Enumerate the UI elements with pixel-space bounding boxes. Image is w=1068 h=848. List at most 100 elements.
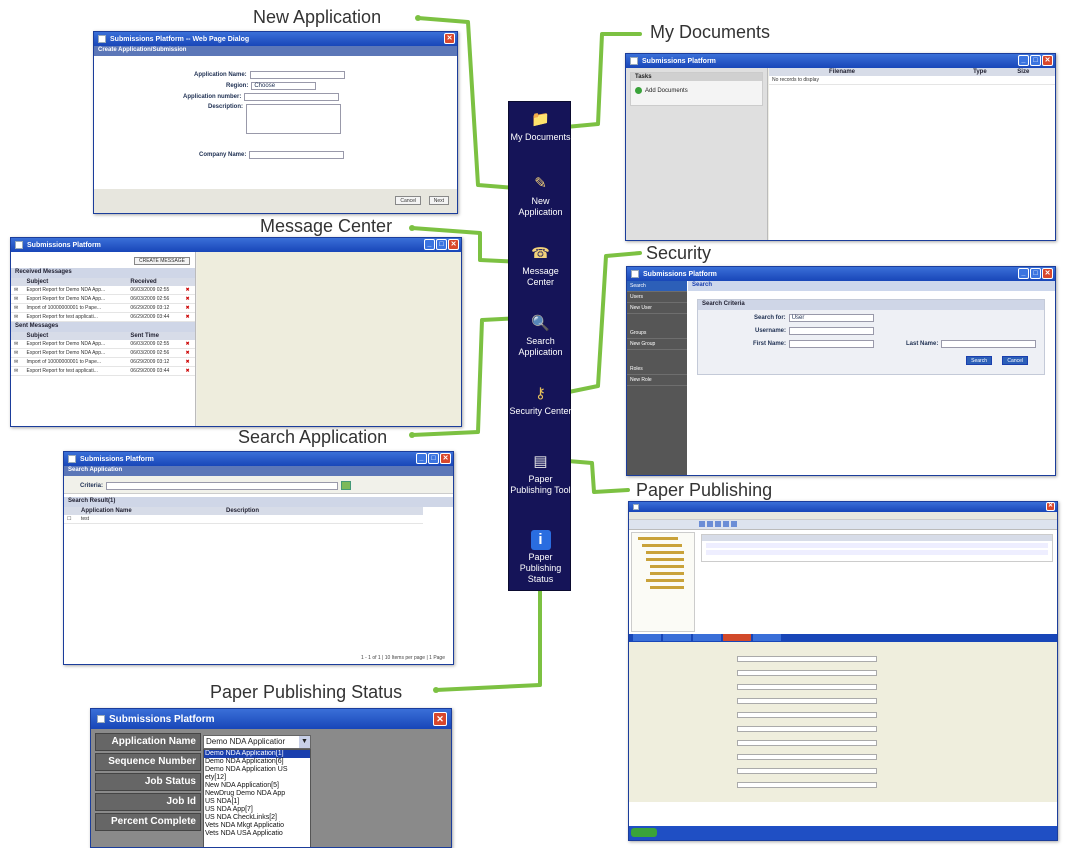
tool-icon[interactable] <box>699 521 705 527</box>
delete-icon[interactable]: ✖ <box>182 357 195 367</box>
tab[interactable] <box>693 634 721 641</box>
cancel-button[interactable]: Cancel <box>395 196 421 205</box>
sidebar-item-users[interactable]: Users <box>627 292 687 303</box>
column-size[interactable]: Size <box>1014 68 1055 76</box>
toolbar-security-center[interactable]: ⚷ Security Center <box>509 384 572 417</box>
dropdown-option[interactable]: Demo NDA Application[1] <box>204 750 310 758</box>
create-message-button[interactable]: CREATE MESSAGE <box>133 257 190 265</box>
tab[interactable] <box>753 634 781 641</box>
close-icon[interactable]: ✕ <box>433 712 447 726</box>
username-input[interactable] <box>789 327 875 335</box>
minimize-icon[interactable]: _ <box>424 239 435 250</box>
checkbox[interactable]: ☐ <box>64 515 78 524</box>
delete-icon[interactable]: ✖ <box>182 286 195 295</box>
start-button[interactable] <box>631 828 657 837</box>
toolbar-search-application[interactable]: 🔍 Search Application <box>509 314 572 358</box>
delete-icon[interactable]: ✖ <box>182 366 195 376</box>
close-icon[interactable]: ✕ <box>440 453 451 464</box>
search-button[interactable]: Search <box>966 356 992 365</box>
search-go-icon[interactable] <box>341 481 352 490</box>
close-icon[interactable]: ✕ <box>448 239 459 250</box>
dropdown-option[interactable]: US NDA[1] <box>204 798 310 806</box>
tool-icon[interactable] <box>707 521 713 527</box>
table-row[interactable]: ✉ Export Report for Demo NDA App... 06/03/… <box>11 294 195 304</box>
close-icon[interactable]: ✕ <box>1046 502 1055 511</box>
menu-bar[interactable] <box>629 512 1057 520</box>
sidebar-item-new-role[interactable]: New Role <box>627 375 687 386</box>
sidebar-item-new-user[interactable]: New User <box>627 303 687 314</box>
column-sent-time[interactable]: Sent Time <box>127 332 183 340</box>
tool-icon[interactable] <box>731 521 737 527</box>
column-type[interactable]: Type <box>970 68 1015 76</box>
table-row[interactable]: ✉ Export Report for Demo NDA App... 06/03/… <box>11 348 195 358</box>
close-icon[interactable]: ✕ <box>444 33 455 44</box>
table-row[interactable]: ✉ Export Report for test applicati... 06/2… <box>11 366 195 376</box>
maximize-icon[interactable]: □ <box>1030 268 1041 279</box>
tool-icon[interactable] <box>715 521 721 527</box>
dropdown-option[interactable]: ety[12] <box>204 774 310 782</box>
minimize-icon[interactable]: _ <box>1018 268 1029 279</box>
sidebar-item-search[interactable]: Search <box>627 281 687 292</box>
dropdown-option[interactable]: Demo NDA Application[6] <box>204 758 310 766</box>
toolbar-my-documents[interactable]: 📁 My Documents <box>509 110 572 143</box>
dropdown-option[interactable]: Vets NDA USA Applicatio <box>204 830 310 838</box>
column-subject[interactable]: Subject <box>23 278 128 286</box>
application-name-input[interactable] <box>249 71 345 79</box>
task-add-documents[interactable]: Add Documents <box>631 81 762 100</box>
maximize-icon[interactable]: □ <box>1030 55 1041 66</box>
maximize-icon[interactable]: □ <box>428 453 439 464</box>
delete-icon[interactable]: ✖ <box>182 294 195 304</box>
tab-search[interactable]: Search <box>688 281 1055 291</box>
company-name-input[interactable] <box>249 151 345 159</box>
tab[interactable] <box>663 634 691 641</box>
tab[interactable] <box>633 634 661 641</box>
dropdown-option[interactable]: NewDrug Demo NDA App <box>204 790 310 798</box>
last-name-input[interactable] <box>941 340 1037 348</box>
description-textarea[interactable] <box>246 104 342 134</box>
table-row[interactable]: ✉ Export Report for Demo NDA App... 06/03/… <box>11 286 195 295</box>
dropdown-option[interactable]: US NDA CheckLinks[2] <box>204 814 310 822</box>
chevron-down-icon[interactable]: ▼ <box>299 736 310 748</box>
next-button[interactable]: Next <box>428 196 449 205</box>
dropdown-option[interactable]: Vets NDA Mkgt Applicatio <box>204 822 310 830</box>
application-dropdown-list[interactable]: Demo NDA Application[1] Demo NDA Applica… <box>203 749 311 847</box>
close-icon[interactable]: ✕ <box>1042 55 1053 66</box>
tab[interactable] <box>723 634 751 641</box>
toolbar-paper-publishing-tool[interactable]: ▤ Paper Publishing Tool <box>509 452 572 496</box>
maximize-icon[interactable]: □ <box>436 239 447 250</box>
dropdown-option[interactable]: Demo NDA Application US <box>204 766 310 774</box>
sidebar-item-roles[interactable]: Roles <box>627 364 687 375</box>
delete-icon[interactable]: ✖ <box>182 348 195 358</box>
column-description[interactable]: Description <box>223 507 423 515</box>
delete-icon[interactable]: ✖ <box>182 340 195 349</box>
sidebar-item-groups[interactable]: Groups <box>627 328 687 339</box>
region-select[interactable]: Choose <box>251 82 317 90</box>
table-row[interactable]: ☐ test <box>64 515 423 524</box>
toolbar-new-application[interactable]: ✎ New Application <box>509 174 572 218</box>
tool-icon[interactable] <box>723 521 729 527</box>
table-row[interactable]: ✉ Import of 10000000001 to Pape... 06/29/2… <box>11 303 195 313</box>
dropdown-option[interactable]: US NDA App[7] <box>204 806 310 814</box>
table-row[interactable]: ✉ Export Report for test applicati... 06/2… <box>11 312 195 322</box>
sidebar-item-new-group[interactable]: New Group <box>627 339 687 350</box>
criteria-input[interactable] <box>106 481 339 490</box>
column-received[interactable]: Received <box>127 278 183 286</box>
delete-icon[interactable]: ✖ <box>182 312 195 322</box>
search-for-select[interactable]: User <box>788 314 874 322</box>
toolbar-paper-publishing-status[interactable]: i Paper Publishing Status <box>509 530 572 585</box>
toolbar-message-center[interactable]: ☎ Message Center <box>509 244 572 288</box>
application-number-input[interactable] <box>244 93 340 101</box>
pager[interactable]: 1 - 1 of 1 | 10 Items per page | 1 Page <box>361 655 445 661</box>
document-tree[interactable] <box>631 532 695 632</box>
cancel-button[interactable]: Cancel <box>1002 356 1028 365</box>
dropdown-option[interactable]: New NDA Application[5] <box>204 782 310 790</box>
minimize-icon[interactable]: _ <box>416 453 427 464</box>
column-application-name[interactable]: Application Name <box>78 507 223 515</box>
column-subject[interactable]: Subject <box>23 332 128 340</box>
document-grid[interactable] <box>701 534 1053 562</box>
minimize-icon[interactable]: _ <box>1018 55 1029 66</box>
first-name-input[interactable] <box>789 340 875 348</box>
delete-icon[interactable]: ✖ <box>182 303 195 313</box>
application-name-select[interactable]: Demo NDA Applicatior ▼ <box>203 735 311 749</box>
table-row[interactable]: ✉ Import of 10000000001 to Pape... 06/29/2… <box>11 357 195 367</box>
